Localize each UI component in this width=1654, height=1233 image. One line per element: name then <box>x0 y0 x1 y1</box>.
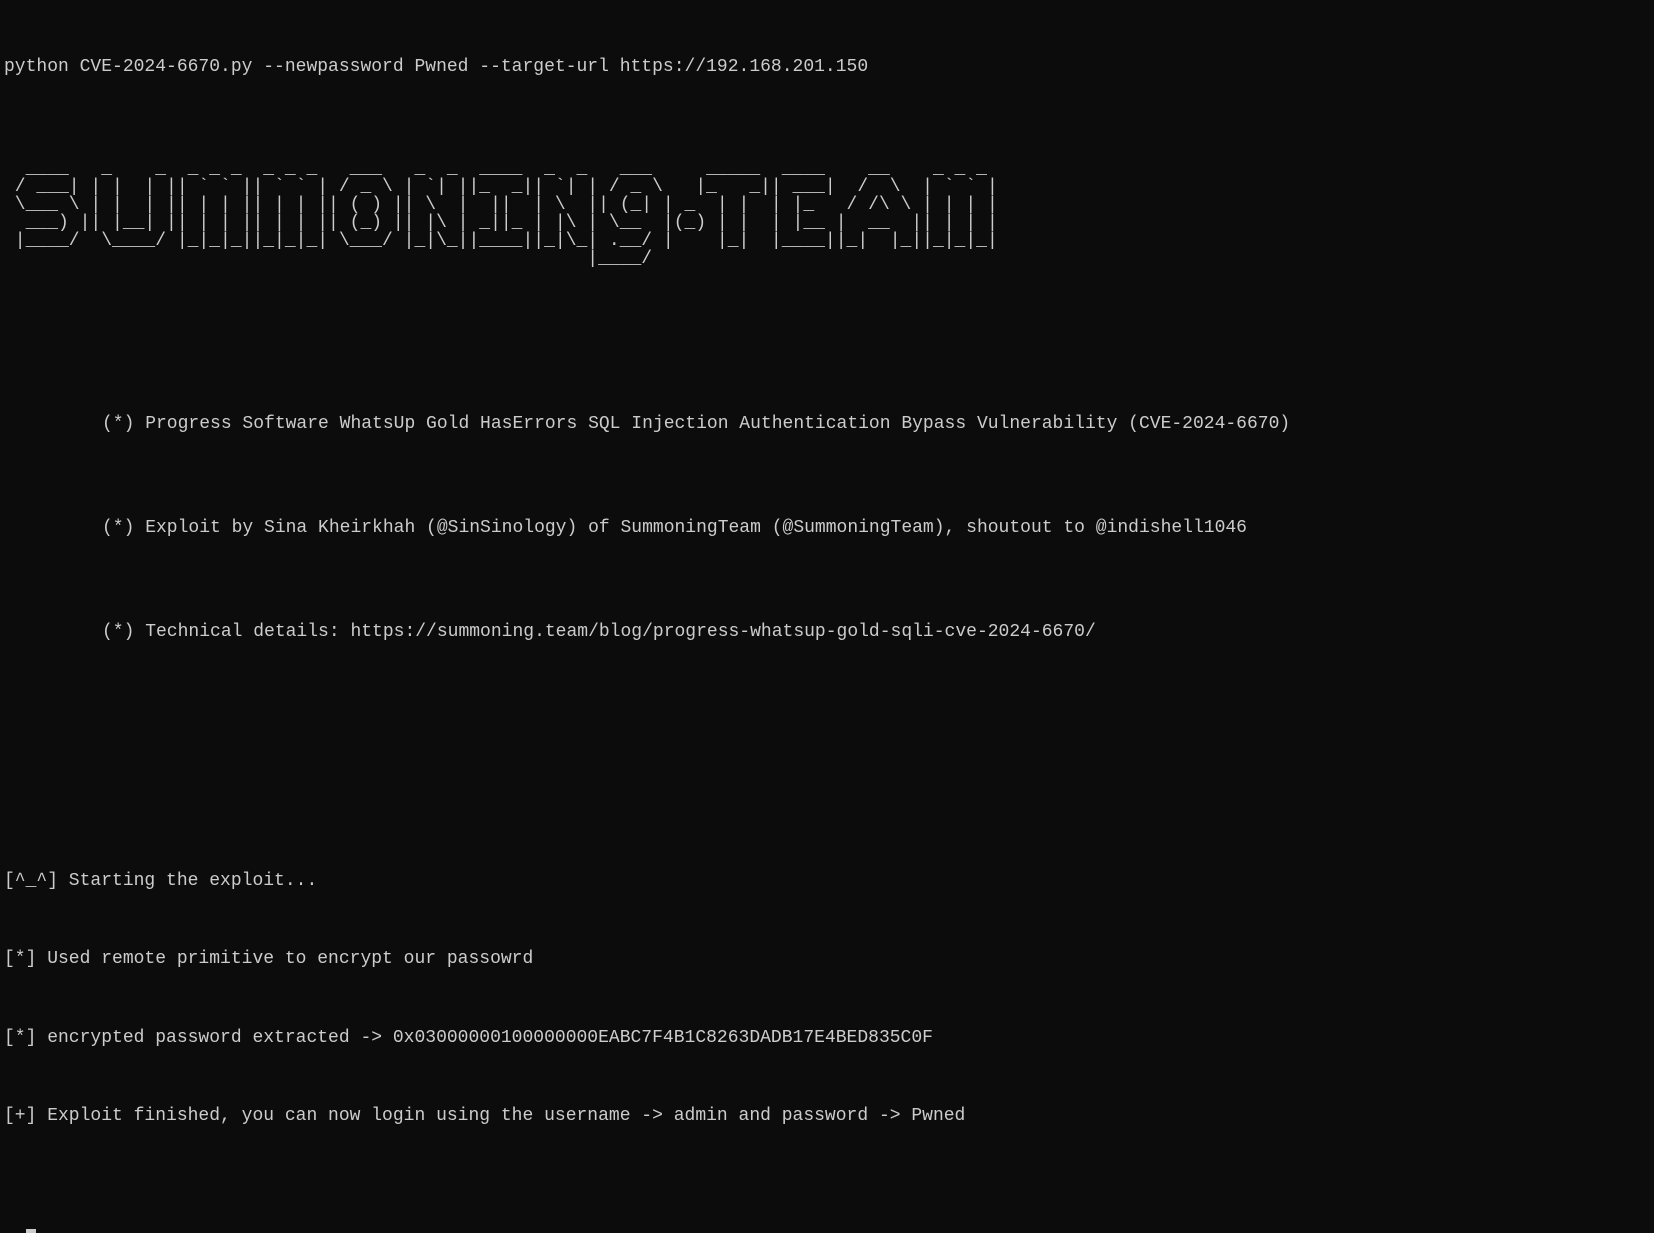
output-encrypt: [*] Used remote primitive to encrypt our… <box>4 946 1650 972</box>
output-block: [^_^] Starting the exploit... [*] Used r… <box>4 816 1650 1181</box>
ascii-banner: ____ _ _ _ _ _ _ _ _ ___ _ _ ____ _ _ __… <box>4 160 1650 268</box>
terminal-window[interactable]: python CVE-2024-6670.py --newpassword Pw… <box>4 2 1650 1233</box>
output-extracted: [*] encrypted password extracted -> 0x03… <box>4 1025 1650 1051</box>
output-starting: [^_^] Starting the exploit... <box>4 868 1650 894</box>
info-block: (*) Progress Software WhatsUp Gold HasEr… <box>4 359 1650 724</box>
output-finished: [+] Exploit finished, you can now login … <box>4 1103 1650 1129</box>
terminal-cursor <box>26 1229 36 1233</box>
command-line: python CVE-2024-6670.py --newpassword Pw… <box>4 54 1650 80</box>
info-vulnerability: (*) Progress Software WhatsUp Gold HasEr… <box>4 411 1650 437</box>
info-technical-details: (*) Technical details: https://summoning… <box>4 619 1650 645</box>
info-author: (*) Exploit by Sina Kheirkhah (@SinSinol… <box>4 515 1650 541</box>
